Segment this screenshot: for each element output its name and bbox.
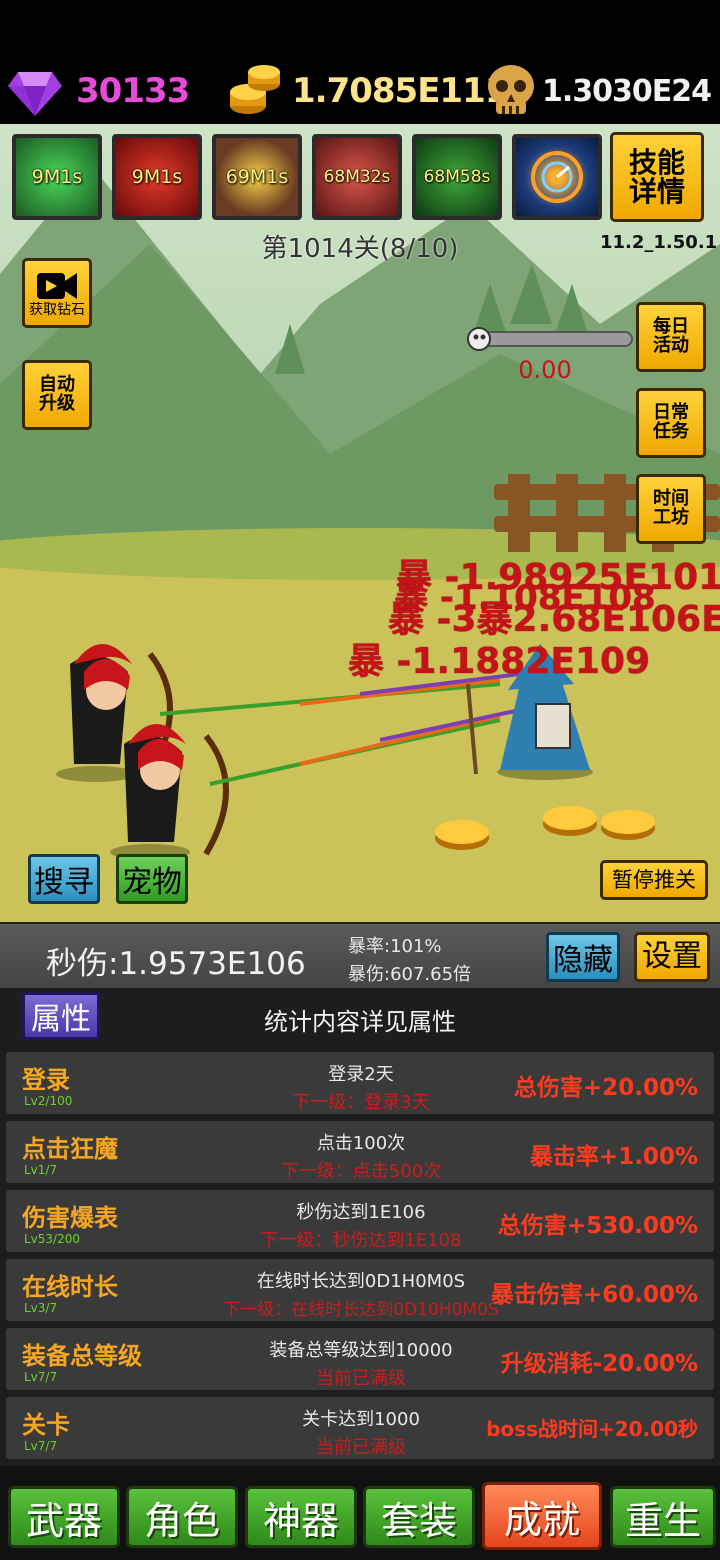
achievement-bonus: boss战时间+20.00秒 [486, 1417, 698, 1441]
gold-counter: 1.7085E111 [226, 62, 508, 120]
settings-button[interactable]: 设置 [634, 932, 710, 982]
achievement-row-click: 点击狂魔 Lv1/7 点击100次 下一级：点击500次 暴击率+1.00% [6, 1121, 714, 1183]
skill-timer-5: 68M58s [423, 167, 491, 187]
tab-artifact[interactable]: 神器 [245, 1486, 357, 1548]
achievement-level: Lv1/7 [24, 1163, 58, 1177]
gem-icon [8, 72, 62, 116]
achievement-bonus: 暴击伤害+60.00% [490, 1282, 698, 1308]
achievement-bonus: 暴击率+1.00% [529, 1144, 698, 1170]
skill-slot-2[interactable]: 9M1s [112, 134, 202, 220]
achievement-level: Lv53/200 [24, 1232, 81, 1246]
stats-bar: 秒伤:1.9573E106 暴率:101% 暴伤:607.65倍 隐藏 设置 [0, 922, 720, 990]
achievement-name: 关卡 [22, 1411, 70, 1439]
achievement-next: 当前已满级 [316, 1368, 406, 1389]
achievement-name: 伤害爆表 [22, 1204, 118, 1232]
achievement-row-damage: 伤害爆表 Lv53/200 秒伤达到1E106 下一级：秒伤达到1E108 总伤… [6, 1190, 714, 1252]
pause-push-button[interactable]: 暂停推关 [600, 860, 708, 900]
skill-timer-3: 69M1s [225, 166, 289, 188]
achievement-bonus: 升级消耗-20.00% [500, 1351, 698, 1377]
pet-button[interactable]: 宠物 [116, 854, 188, 904]
achievement-level: Lv7/7 [24, 1439, 58, 1453]
achievement-condition: 登录2天 [328, 1064, 394, 1085]
skull-counter: 1.3030E24 [484, 62, 712, 120]
panel-header: 统计内容详见属性 [264, 1008, 456, 1036]
achievement-row-online-time: 在线时长 Lv3/7 在线时长达到0D1H0M0S 下一级：在线时长达到0D10… [6, 1259, 714, 1321]
achievement-next: 下一级：秒伤达到1E108 [260, 1230, 462, 1251]
gold-count: 1.7085E111 [292, 71, 508, 111]
skill-slot-3[interactable]: 69M1s [212, 134, 302, 220]
search-button[interactable]: 搜寻 [28, 854, 100, 904]
achievement-next: 当前已满级 [316, 1437, 406, 1458]
achievement-level: Lv3/7 [24, 1301, 58, 1315]
dps-label: 秒伤:1.9573E106 [46, 946, 306, 982]
achievement-level: Lv7/7 [24, 1370, 58, 1384]
time-rift-icon [531, 151, 583, 203]
skill-timer-1: 9M1s [31, 166, 83, 188]
achievement-row-stage: 关卡 Lv7/7 关卡达到1000 当前已满级 boss战时间+20.00秒 [6, 1397, 714, 1459]
crit-rate-label: 暴率:101% [348, 936, 442, 957]
boss-timer: 0.00 [518, 356, 572, 384]
achievement-next: 下一级：在线时长达到0D10H0M0S [223, 1300, 499, 1320]
achievement-bonus: 总伤害+20.00% [513, 1075, 698, 1101]
skill-timer-4: 68M32s [323, 167, 391, 187]
achievement-bonus: 总伤害+530.00% [497, 1213, 698, 1239]
tab-character[interactable]: 角色 [126, 1486, 238, 1548]
tab-achievements[interactable]: 成就 [482, 1482, 602, 1550]
get-diamond-button[interactable]: 获取钻石 [22, 258, 92, 328]
skill-slot-1[interactable]: 9M1s [12, 134, 102, 220]
achievement-row-equipment: 装备总等级 Lv7/7 装备总等级达到10000 当前已满级 升级消耗-20.0… [6, 1328, 714, 1390]
skill-slot-5[interactable]: 68M58s [412, 134, 502, 220]
skull-count: 1.3030E24 [542, 73, 712, 109]
resource-bar: 30133 1.7085E111 1.3030E24 [0, 0, 720, 124]
achievement-name: 装备总等级 [22, 1342, 142, 1370]
gold-coins-icon [230, 65, 280, 114]
achievement-condition: 关卡达到1000 [302, 1409, 420, 1430]
achievement-condition: 装备总等级达到10000 [269, 1340, 453, 1361]
tab-weapons[interactable]: 武器 [8, 1486, 120, 1548]
achievement-name: 在线时长 [22, 1273, 118, 1301]
auto-upgrade-button[interactable]: 自动 升级 [22, 360, 92, 430]
crit-damage-label: 暴伤:607.65倍 [348, 964, 472, 985]
game-scene[interactable]: 9M1s 9M1s 69M1s 68M32s 68M58s 技能 详情 第101… [0, 124, 720, 922]
skull-icon [488, 65, 534, 114]
achievement-condition: 秒伤达到1E106 [296, 1202, 426, 1223]
skill-details-button[interactable]: 技能 详情 [610, 132, 704, 222]
hide-button[interactable]: 隐藏 [546, 932, 620, 982]
damage-number-1: 暴 -1.1882E109 [348, 641, 651, 682]
achievement-next: 下一级：登录3天 [292, 1092, 430, 1113]
gem-count: 30133 [76, 71, 190, 111]
tab-set[interactable]: 套装 [363, 1486, 475, 1548]
achievement-next: 下一级：点击500次 [280, 1161, 442, 1182]
daily-tasks-button[interactable]: 日常 任务 [636, 388, 706, 458]
stage-label: 第1014关(8/10) [261, 234, 459, 264]
skill-slot-4[interactable]: 68M32s [312, 134, 402, 220]
achievement-panel: 属性 统计内容详见属性 登录 Lv2/100 登录2天 下一级：登录3天 总伤害… [0, 988, 720, 1466]
gem-counter: 30133 [6, 62, 190, 120]
skill-slot-6[interactable] [512, 134, 602, 220]
achievement-name: 登录 [22, 1066, 70, 1094]
video-camera-icon [37, 272, 77, 299]
achievement-condition: 在线时长达到0D1H0M0S [256, 1271, 466, 1292]
achievement-condition: 点击100次 [316, 1133, 406, 1154]
get-diamond-label: 获取钻石 [29, 301, 85, 318]
attributes-tab[interactable]: 属性 [22, 992, 100, 1040]
achievement-name: 点击狂魔 [22, 1135, 118, 1163]
time-workshop-button[interactable]: 时间 工坊 [636, 474, 706, 544]
bottom-tab-bar: 武器 角色 神器 套装 成就 重生 [0, 1466, 720, 1560]
tab-rebirth[interactable]: 重生 [610, 1486, 716, 1548]
achievement-level: Lv2/100 [24, 1094, 73, 1108]
skill-timer-2: 9M1s [131, 166, 183, 188]
daily-activity-button[interactable]: 每日 活动 [636, 302, 706, 372]
achievement-row-login: 登录 Lv2/100 登录2天 下一级：登录3天 总伤害+20.00% [6, 1052, 714, 1114]
version-label: 11.2_1.50.1 [600, 232, 718, 253]
